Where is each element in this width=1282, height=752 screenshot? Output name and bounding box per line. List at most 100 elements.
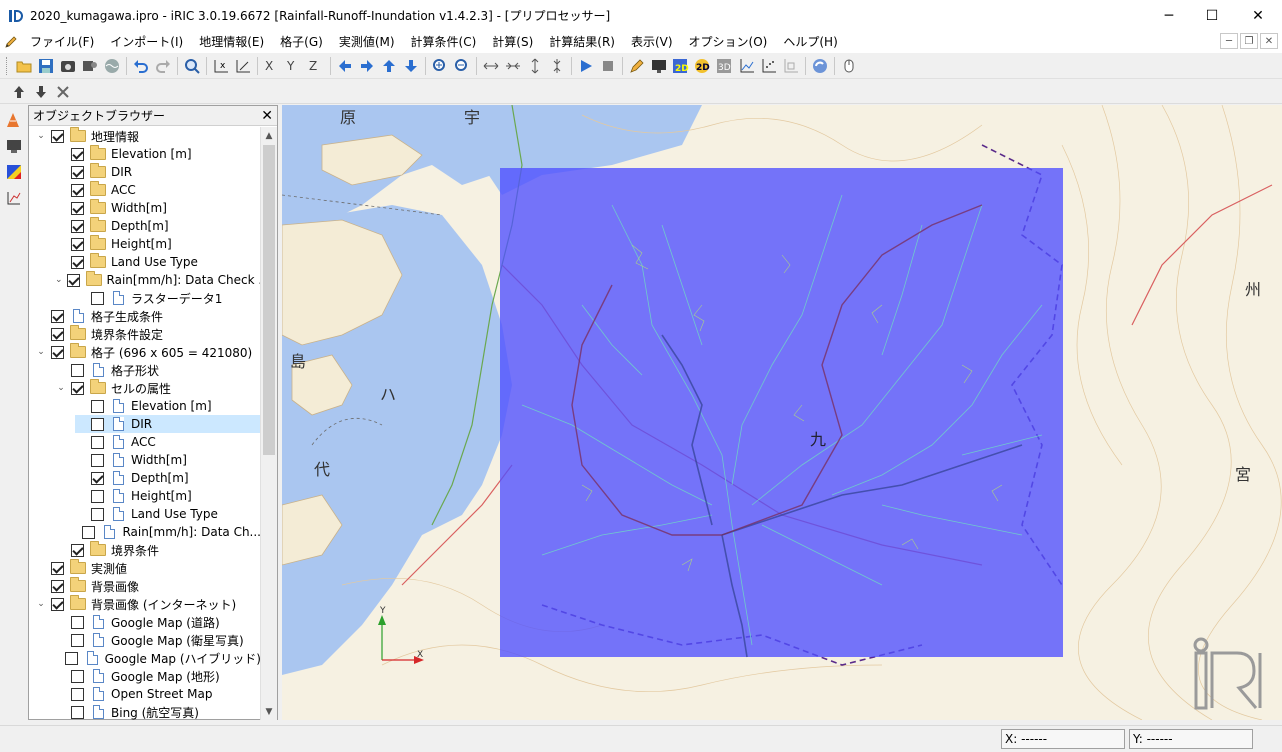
stop-icon[interactable] (597, 55, 619, 77)
tree-item[interactable]: Bing (航空写真) (55, 703, 261, 720)
tree-item-checkbox[interactable] (71, 633, 84, 647)
delete-icon[interactable] (52, 81, 74, 103)
tree-item[interactable]: 境界条件 (55, 541, 261, 559)
menu-file[interactable]: ファイル(F) (22, 32, 102, 52)
tree-item[interactable]: Google Map (衛星写真) (55, 631, 261, 649)
zoom-in-icon[interactable] (429, 55, 451, 77)
tree-item-checkbox[interactable] (71, 255, 84, 269)
tree-item-checkbox[interactable] (71, 705, 84, 719)
tree-item-checkbox[interactable] (51, 345, 64, 359)
tree-item-checkbox[interactable] (71, 201, 84, 215)
tree-item-checkbox[interactable] (91, 417, 104, 431)
menu-options[interactable]: オプション(O) (681, 32, 776, 52)
tree-item[interactable]: ⌄ Rain[mm/h]: Data Check ... (55, 271, 261, 289)
save-icon[interactable] (35, 55, 57, 77)
menu-calc-condition[interactable]: 計算条件(C) (403, 32, 485, 52)
scroll-down-arrow-icon[interactable]: ▼ (261, 703, 277, 720)
tree-item[interactable]: Open Street Map (55, 685, 261, 703)
tree-item-checkbox[interactable] (71, 543, 84, 557)
expand-vertical-icon[interactable] (524, 55, 546, 77)
tree-item-checkbox[interactable] (91, 399, 104, 413)
expand-arrow-icon[interactable]: ⌄ (55, 383, 67, 393)
mdi-minimize-button[interactable]: ─ (1220, 33, 1238, 49)
tree-item[interactable]: ⌄ セルの属性 (55, 379, 261, 397)
refresh-icon[interactable] (809, 55, 831, 77)
tree-item-checkbox[interactable] (91, 291, 104, 305)
tree-item[interactable]: DIR (55, 163, 261, 181)
tree-item[interactable]: 背景画像 (35, 577, 261, 595)
arrow-left-icon[interactable] (334, 55, 356, 77)
postprocess-2d-icon[interactable]: 2D (670, 55, 692, 77)
menu-simulation[interactable]: 計算(S) (484, 32, 541, 52)
arrow-right-icon[interactable] (356, 55, 378, 77)
tree-item[interactable]: ラスターデータ1 (75, 289, 261, 307)
menu-help[interactable]: ヘルプ(H) (775, 32, 845, 52)
open-folder-icon[interactable] (13, 55, 35, 77)
menu-results[interactable]: 計算結果(R) (541, 32, 623, 52)
expand-arrow-icon[interactable]: ⌄ (35, 347, 47, 357)
grid-display-icon[interactable] (3, 135, 25, 157)
tree-item[interactable]: ACC (55, 181, 261, 199)
movie-icon[interactable] (79, 55, 101, 77)
tree-item-checkbox[interactable] (51, 327, 64, 341)
tree-item[interactable]: Google Map (ハイブリッド) (55, 649, 261, 667)
expand-arrow-icon[interactable]: ⌄ (55, 275, 63, 285)
tree-item-checkbox[interactable] (71, 363, 84, 377)
tree-scrollbar[interactable]: ▲ ▼ (260, 127, 277, 720)
menu-import[interactable]: インポート(I) (102, 32, 191, 52)
tree-item-checkbox[interactable] (91, 507, 104, 521)
minimize-button[interactable]: ─ (1146, 0, 1192, 31)
snapshot-icon[interactable] (57, 55, 79, 77)
tree-item[interactable]: 実測値 (35, 559, 261, 577)
tree-item-checkbox[interactable] (51, 597, 64, 611)
tree-item-checkbox[interactable] (91, 471, 104, 485)
tree-item[interactable]: Height[m] (55, 235, 261, 253)
tree-item[interactable]: Google Map (道路) (55, 613, 261, 631)
map-canvas[interactable]: 原 宇 島 ハ 代 九 宮 州 X Y (282, 105, 1282, 720)
wave-icon[interactable] (101, 55, 123, 77)
tree-item[interactable]: Depth[m] (75, 469, 261, 487)
mdi-restore-button[interactable]: ❐ (1240, 33, 1258, 49)
tree-item-checkbox[interactable] (91, 453, 104, 467)
axis-x-icon[interactable]: x (210, 55, 232, 77)
mouse-icon[interactable] (838, 55, 860, 77)
scroll-thumb[interactable] (263, 145, 275, 455)
tree-item-checkbox[interactable] (71, 219, 84, 233)
tree-item[interactable]: DIR (75, 415, 261, 433)
run-icon[interactable] (575, 55, 597, 77)
tree-item[interactable]: ⌄ 地理情報 (35, 127, 261, 145)
tree-item[interactable]: Elevation [m] (75, 397, 261, 415)
tree-item-checkbox[interactable] (66, 273, 80, 287)
close-button[interactable]: ✕ (1235, 0, 1281, 31)
zoom-fit-icon[interactable] (181, 55, 203, 77)
expand-arrow-icon[interactable]: ⌄ (35, 599, 47, 609)
tree-item[interactable]: Height[m] (75, 487, 261, 505)
object-browser-close-button[interactable]: ✕ (261, 108, 273, 124)
expand-horizontal-icon[interactable] (480, 55, 502, 77)
tree-item-checkbox[interactable] (51, 129, 64, 143)
tree-item[interactable]: Google Map (地形) (55, 667, 261, 685)
postprocess-3d-icon[interactable]: 3D (714, 55, 736, 77)
undo-icon[interactable] (130, 55, 152, 77)
tree-item[interactable]: Depth[m] (55, 217, 261, 235)
scatter-icon[interactable] (758, 55, 780, 77)
maximize-button[interactable]: ☐ (1189, 0, 1235, 31)
tree-item[interactable]: Rain[mm/h]: Data Ch... (75, 523, 261, 541)
axis-xy-icon[interactable] (232, 55, 254, 77)
tree-item-checkbox[interactable] (71, 183, 84, 197)
tree-item-checkbox[interactable] (51, 309, 64, 323)
mdi-close-button[interactable]: ✕ (1260, 33, 1278, 49)
graph-icon[interactable] (736, 55, 758, 77)
edit-pencil-icon[interactable] (626, 55, 648, 77)
menu-geodata[interactable]: 地理情報(E) (191, 32, 272, 52)
tree-item-checkbox[interactable] (71, 615, 84, 629)
tree-item[interactable]: Width[m] (55, 199, 261, 217)
shrink-horizontal-icon[interactable] (502, 55, 524, 77)
chart-disabled-icon[interactable] (780, 55, 802, 77)
tree-item-checkbox[interactable] (64, 651, 78, 665)
menu-grid[interactable]: 格子(G) (272, 32, 331, 52)
tree-item-checkbox[interactable] (91, 489, 104, 503)
redo-icon[interactable] (152, 55, 174, 77)
arrow-up-icon[interactable] (378, 55, 400, 77)
edit-cone-icon[interactable] (3, 109, 25, 131)
